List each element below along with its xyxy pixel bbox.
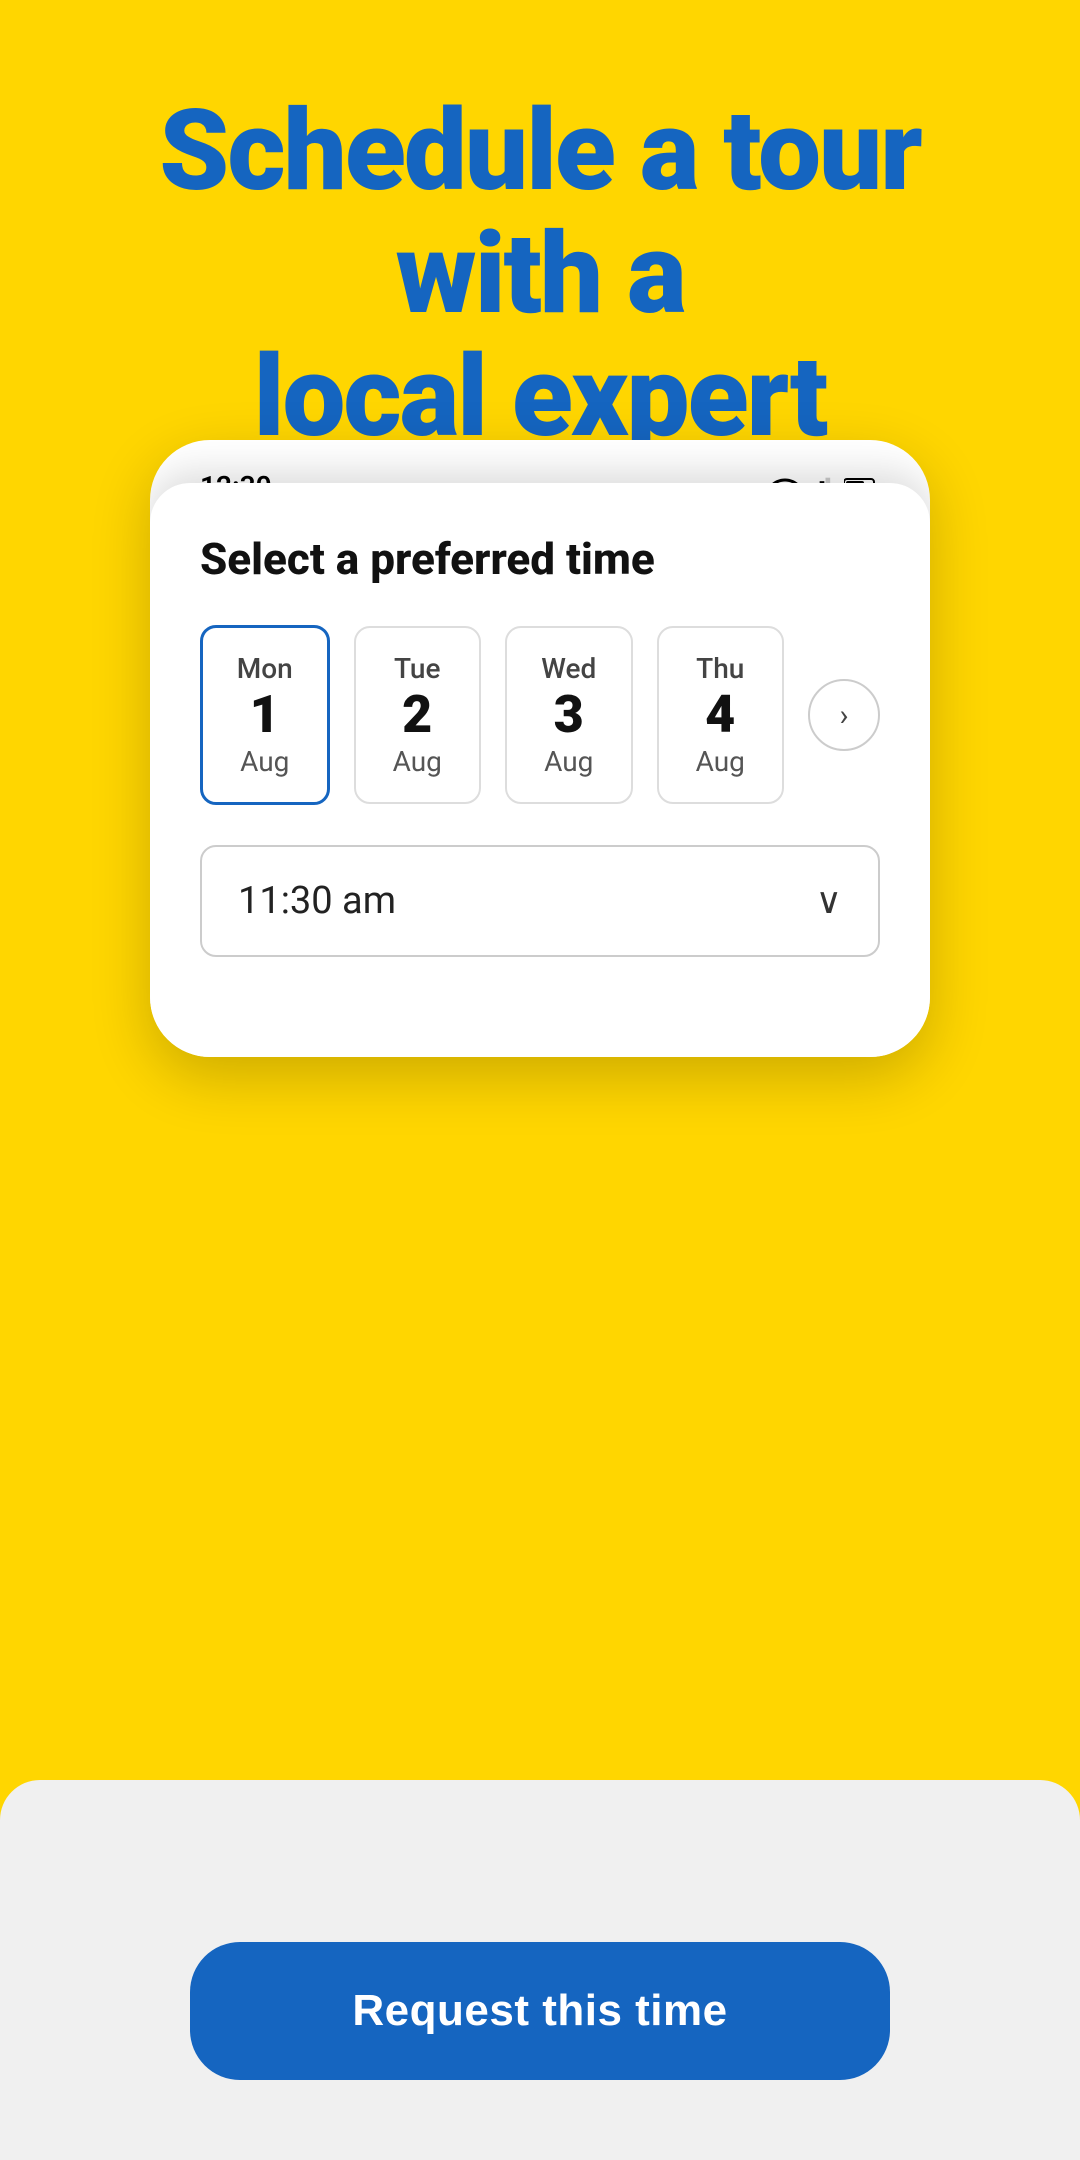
time-value: 11:30 am (238, 879, 396, 923)
hero-section: Schedule a tour with a local expert (0, 0, 1080, 500)
date-day-mon: Mon (219, 652, 311, 685)
date-day-wed: Wed (523, 652, 615, 685)
phone-mockup: 12:30 (150, 440, 930, 1057)
date-month-thu: Aug (675, 745, 767, 778)
date-card-tue[interactable]: Tue 2 Aug (354, 626, 482, 804)
sheet-title: Select a preferred time (200, 533, 880, 585)
date-num-tue: 2 (372, 689, 464, 741)
page-bottom-area: Request this time (0, 1780, 1080, 2160)
date-card-mon[interactable]: Mon 1 Aug (200, 625, 330, 805)
date-selector: Mon 1 Aug Tue 2 Aug Wed 3 Aug Thu 4 Aug … (200, 625, 880, 805)
date-card-thu[interactable]: Thu 4 Aug (657, 626, 785, 804)
time-dropdown[interactable]: 11:30 am ∨ (200, 845, 880, 957)
date-month-wed: Aug (523, 745, 615, 778)
date-day-tue: Tue (372, 652, 464, 685)
hero-title: Schedule a tour with a local expert (60, 90, 1020, 460)
date-card-wed[interactable]: Wed 3 Aug (505, 626, 633, 804)
date-month-tue: Aug (372, 745, 464, 778)
date-num-wed: 3 (523, 689, 615, 741)
time-selection-sheet: Select a preferred time Mon 1 Aug Tue 2 … (150, 483, 930, 1057)
next-dates-button[interactable]: › (808, 679, 880, 751)
request-time-button[interactable]: Request this time (190, 1942, 890, 2080)
date-day-thu: Thu (675, 652, 767, 685)
chevron-down-icon: ∨ (816, 880, 842, 922)
date-num-mon: 1 (219, 689, 311, 741)
date-num-thu: 4 (675, 689, 767, 741)
date-month-mon: Aug (219, 745, 311, 778)
